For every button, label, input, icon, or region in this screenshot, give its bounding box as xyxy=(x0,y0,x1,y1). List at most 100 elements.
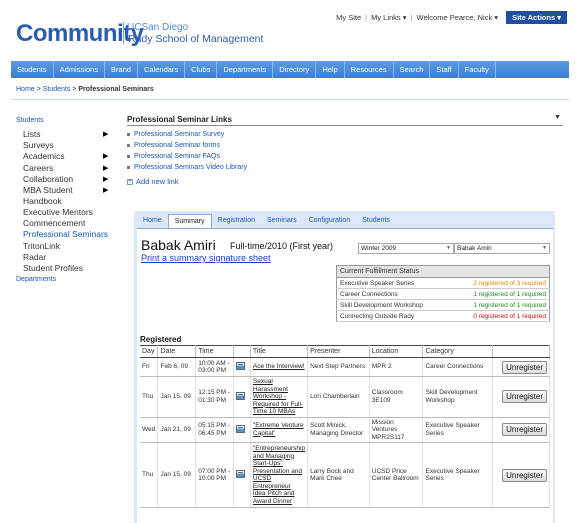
sidebar-item-label: Lists xyxy=(23,129,41,139)
term-select[interactable]: Winter 2009 ▼ xyxy=(358,243,454,254)
nav-item-admissions[interactable]: Admissions xyxy=(54,61,105,78)
seminar-title-link[interactable]: Sexual Harassment Workshop - Required fo… xyxy=(253,378,303,415)
bullet-icon xyxy=(127,165,130,169)
print-summary-link[interactable]: Print a summary signature sheet xyxy=(141,253,271,263)
sidebar-item-label: Academics xyxy=(23,151,65,162)
tab-seminars[interactable]: Seminars xyxy=(261,214,303,228)
nav-item-help[interactable]: Help xyxy=(316,61,345,78)
leftnav-departments[interactable]: Departments xyxy=(16,276,116,283)
welcome-menu[interactable]: Welcome Pearce, Nick ▾ xyxy=(413,13,503,22)
seminar-links-divider xyxy=(127,125,563,126)
tab-registration[interactable]: Registration xyxy=(212,214,261,228)
calendar-icon[interactable] xyxy=(235,424,245,433)
seminar-title-link[interactable]: "Entrepreneurship and Managing Start-Ups… xyxy=(253,445,305,505)
sidebar-item-label: Executive Mentors xyxy=(23,206,93,217)
tab-configuration[interactable]: Configuration xyxy=(303,214,357,228)
cell-presenter: Scott Minick, Managing Director xyxy=(307,417,370,443)
registered-title: Registered xyxy=(140,335,182,344)
site-actions-menu[interactable]: Site Actions ▾ xyxy=(506,11,567,24)
nav-item-faculty[interactable]: Faculty xyxy=(459,61,496,78)
cell-action: Unregister xyxy=(492,376,550,418)
sidebar-item-collaboration[interactable]: Collaboration ▶ xyxy=(16,174,116,185)
chevron-down-icon[interactable]: ▼ xyxy=(554,114,561,121)
calendar-icon[interactable] xyxy=(235,361,245,370)
sidebar-item-executive-mentors[interactable]: Executive Mentors xyxy=(16,207,116,218)
add-new-link[interactable]: + Add new link xyxy=(127,177,179,186)
table-row: Thu Jan 15, 09 07:00 PM - 10:00 PM "Entrepr… xyxy=(140,442,550,508)
unregister-button[interactable]: Unregister xyxy=(502,423,547,437)
requirement-status: 1 registered of 1 required xyxy=(449,288,550,300)
seminar-title-link[interactable]: "Extreme Venture Capital" xyxy=(253,422,304,437)
student-select[interactable]: Babak Amiri ▼ xyxy=(454,243,550,254)
unregister-button[interactable]: Unregister xyxy=(502,468,547,482)
sidebar-item-label: Surveys xyxy=(23,140,54,151)
plus-icon: + xyxy=(127,179,133,186)
column-header-day: Day xyxy=(140,345,159,358)
cell-presenter: Lori Chamberlain xyxy=(307,376,370,418)
student-name: Babak Amiri xyxy=(141,237,216,253)
seminar-link[interactable]: Professional Seminar forms xyxy=(127,140,247,151)
seminar-link[interactable]: Professional Seminar Survey xyxy=(127,129,247,140)
sidebar-item-professional-seminars[interactable]: Professional Seminars xyxy=(16,229,116,240)
leftnav-heading[interactable]: Students xyxy=(16,117,116,124)
column-header-blank xyxy=(492,345,550,358)
calendar-icon[interactable] xyxy=(235,391,245,400)
nav-item-clubs[interactable]: Clubs xyxy=(185,61,218,78)
seminar-link-label: Professional Seminar Survey xyxy=(134,131,225,138)
cell-time: 12:15 PM - 01:30 PM xyxy=(195,376,234,418)
rady-school-logo-text: Rady School of Management xyxy=(128,33,264,45)
sidebar-item-careers[interactable]: Careers ▶ xyxy=(16,163,116,174)
nav-item-resources[interactable]: Resources xyxy=(345,61,394,78)
nav-item-brand[interactable]: Brand xyxy=(105,61,138,78)
requirement-name: Career Connections xyxy=(336,288,450,300)
sidebar-item-radar[interactable]: Radar xyxy=(16,252,116,263)
cell-calendar xyxy=(233,376,251,418)
column-header-date: Date xyxy=(157,345,197,358)
sidebar-item-tritonlink[interactable]: TritonLink xyxy=(16,241,116,252)
breadcrumb-home[interactable]: Home xyxy=(16,86,35,93)
cell-date: Feb 6, 09 xyxy=(157,357,197,377)
cell-time: 10:00 AM - 03:00 PM xyxy=(195,357,234,377)
fulfillment-row: Career Connections 1 registered of 1 requ… xyxy=(336,288,550,300)
tab-home[interactable]: Home xyxy=(137,214,168,228)
tab-summary[interactable]: Summary xyxy=(167,214,212,228)
student-select-value: Babak Amiri xyxy=(457,245,492,252)
nav-item-students[interactable]: Students xyxy=(11,61,54,78)
nav-item-staff[interactable]: Staff xyxy=(430,61,459,78)
breadcrumb-sep: > xyxy=(72,86,77,93)
sidebar-item-lists[interactable]: Lists ▶ xyxy=(16,129,116,140)
my-links-menu[interactable]: My Links ▾ xyxy=(367,13,410,22)
ucsd-logo-text: UCSan Diego xyxy=(127,22,189,33)
bullet-icon xyxy=(127,154,130,158)
sidebar-item-academics[interactable]: Academics ▶ xyxy=(16,151,116,162)
seminar-link[interactable]: Professional Seminar FAQs xyxy=(127,151,247,162)
top-links: My Site | My Links ▾ | Welcome Pearce, N… xyxy=(332,11,567,24)
breadcrumb-students[interactable]: Students xyxy=(43,86,71,93)
nav-item-departments[interactable]: Departments xyxy=(217,61,274,78)
calendar-icon[interactable] xyxy=(235,469,245,478)
sidebar-item-commencement[interactable]: Commencement xyxy=(16,218,116,229)
seminar-links-title: Professional Seminar Links xyxy=(127,115,232,124)
column-header-blank xyxy=(233,345,251,358)
nav-item-search[interactable]: Search xyxy=(394,61,431,78)
cell-title: Sexual Harassment Workshop - Required fo… xyxy=(250,376,309,418)
seminar-title-link[interactable]: Ace the Interview! xyxy=(253,363,305,370)
nav-item-calendars[interactable]: Calendars xyxy=(138,61,186,78)
sidebar-item-mba-student-handbook[interactable]: MBA Student Handbook ▶ xyxy=(16,185,108,207)
sidebar-item-label: Student Profiles xyxy=(23,262,84,273)
breadcrumb-sep: > xyxy=(36,86,41,93)
sidebar-item-surveys[interactable]: Surveys xyxy=(16,140,116,151)
unregister-button[interactable]: Unregister xyxy=(502,390,547,404)
cell-action: Unregister xyxy=(492,417,550,443)
unregister-button[interactable]: Unregister xyxy=(502,360,547,374)
tab-students[interactable]: Students xyxy=(356,214,396,228)
requirement-name: Skill Development Workshop xyxy=(336,299,450,311)
seminar-link[interactable]: Professional Seminars Video Library xyxy=(127,162,247,173)
my-site-link[interactable]: My Site xyxy=(332,13,365,22)
community-logo[interactable]: Community xyxy=(16,20,144,48)
cell-action: Unregister xyxy=(492,357,550,377)
nav-item-directory[interactable]: Directory xyxy=(273,61,317,78)
sidebar-item-student-profiles[interactable]: Student Profiles xyxy=(16,263,116,274)
sidebar-item-label: Radar xyxy=(23,251,47,262)
seminar-link-label: Professional Seminars Video Library xyxy=(134,164,248,171)
